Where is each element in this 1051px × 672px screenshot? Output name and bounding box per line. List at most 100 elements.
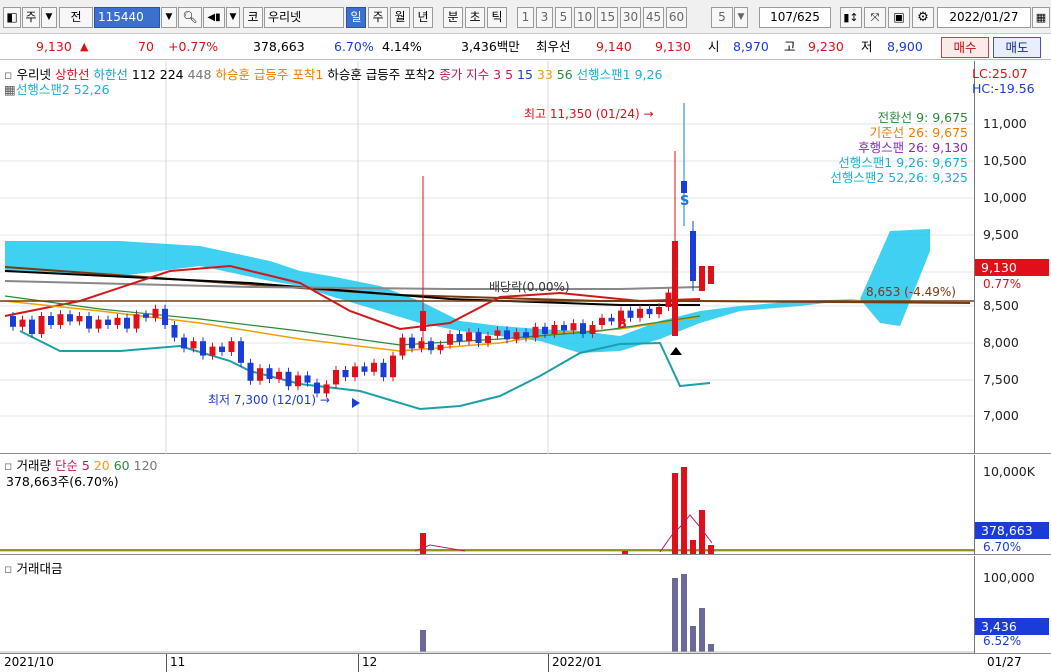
period-tick[interactable]: 틱 bbox=[487, 7, 507, 28]
price-change: 70 bbox=[138, 39, 154, 54]
price-chart-panel[interactable]: ▫ 우리넷 상한선 하한선 112 224 448 하승훈 급등주 포착1 하승… bbox=[0, 61, 1051, 454]
up-triangle-icon: ▲ bbox=[80, 40, 89, 53]
candle-body bbox=[247, 362, 254, 381]
candle-body bbox=[656, 307, 662, 315]
price-legend-item: 5 bbox=[505, 67, 517, 82]
period-year[interactable]: 년 bbox=[413, 7, 433, 28]
candle-body bbox=[608, 317, 615, 322]
candle-body bbox=[181, 337, 187, 349]
price-legend-item: 선행스팬1 9,26 bbox=[576, 67, 663, 82]
interval-10[interactable]: 10 bbox=[574, 7, 595, 28]
period-week[interactable]: 주 bbox=[368, 7, 388, 28]
candle-body bbox=[513, 332, 520, 340]
volume-panel[interactable]: ▫ 거래량 단순 5 20 60 120 378,663주(6.70%) 10,… bbox=[0, 455, 1051, 555]
stock-code-input[interactable]: 115440 bbox=[94, 7, 160, 28]
quote-info-row: 9,130 ▲ 70 +0.77% 378,663 6.70% 4.14% 3,… bbox=[0, 35, 1051, 60]
interval-45[interactable]: 45 bbox=[643, 7, 664, 28]
stock-name-field[interactable]: 우리넷 bbox=[264, 7, 344, 28]
date-axis: 2021/10 11 12 2022/01 01/27 bbox=[0, 654, 1051, 672]
grid-icon: ▦ bbox=[4, 82, 16, 97]
candle-body bbox=[475, 332, 482, 343]
ichimoku-line: 선행스팬1 9,26: 9,675 bbox=[838, 155, 968, 170]
prev-stock-icon[interactable]: ▼ bbox=[226, 7, 240, 28]
date-input[interactable]: 2022/01/27 bbox=[937, 7, 1031, 28]
interval-custom-input[interactable]: 5 bbox=[711, 7, 733, 28]
volume-bar bbox=[622, 551, 628, 554]
ichimoku-line: 선행스팬2 52,26: 9,325 bbox=[830, 170, 968, 185]
volume-bar bbox=[708, 545, 714, 554]
interval-dropdown-icon[interactable]: ▼ bbox=[734, 7, 748, 28]
amount-bar bbox=[690, 626, 696, 652]
candle-body bbox=[361, 366, 368, 372]
interval-5[interactable]: 5 bbox=[555, 7, 572, 28]
candle-body bbox=[285, 371, 292, 387]
toolbar: ◧ 주 ▼ 전 115440 ▼ 🔍︎ ◀▮ ▼ 코 우리넷 일 주 월 년 분… bbox=[0, 0, 1051, 34]
price-legend: ▫ 우리넷 상한선 하한선 112 224 448 하승훈 급등주 포착1 하승… bbox=[4, 67, 662, 82]
legend-box-icon: ▫ bbox=[4, 458, 17, 473]
candle-body bbox=[699, 266, 705, 291]
axis-divider bbox=[974, 556, 975, 654]
chevron-down-icon[interactable]: ▼ bbox=[41, 7, 57, 28]
candle-body bbox=[409, 337, 415, 349]
sell-signal: S bbox=[680, 194, 690, 209]
period-minute[interactable]: 분 bbox=[443, 7, 463, 28]
buy-arrow-icon bbox=[670, 347, 682, 355]
gear-icon[interactable]: ⚙ bbox=[912, 7, 934, 28]
candle-body bbox=[390, 355, 396, 378]
buy-button[interactable]: 매수 bbox=[941, 37, 989, 58]
save-icon[interactable]: ▣ bbox=[888, 7, 910, 28]
open-label: 시 bbox=[708, 39, 720, 54]
date-divider bbox=[548, 654, 549, 672]
search-icon[interactable]: 🔍︎ bbox=[178, 7, 202, 28]
calendar-icon[interactable]: ▦ bbox=[1032, 7, 1050, 28]
candle-body bbox=[371, 362, 377, 372]
volume-bar bbox=[420, 533, 426, 554]
legend-senkou2: ▦선행스팬2 52,26 bbox=[4, 82, 110, 97]
interval-1[interactable]: 1 bbox=[517, 7, 534, 28]
sell-button[interactable]: 매도 bbox=[993, 37, 1041, 58]
amount-current-pct: 6.52% bbox=[983, 634, 1022, 648]
candle-body bbox=[627, 310, 634, 318]
price-tick-label: 8,500 bbox=[983, 298, 1019, 313]
candle-body bbox=[428, 341, 434, 351]
candle-body bbox=[228, 341, 235, 352]
candle-body bbox=[420, 311, 426, 331]
volume-legend-item: 20 bbox=[93, 458, 114, 473]
data-count[interactable]: 107/625 bbox=[759, 7, 831, 28]
volume-chart-svg bbox=[0, 467, 974, 554]
low-arrow-icon bbox=[352, 398, 360, 408]
candle-body bbox=[29, 319, 35, 334]
ichimoku-line: 후행스팬 26: 9,130 bbox=[858, 140, 968, 155]
lc-label: LC:25.07 bbox=[972, 66, 1028, 81]
period-month[interactable]: 월 bbox=[390, 7, 410, 28]
period-second[interactable]: 초 bbox=[465, 7, 485, 28]
interval-3[interactable]: 3 bbox=[536, 7, 553, 28]
amount-legend: ▫ 거래대금 bbox=[4, 561, 63, 576]
candle-body bbox=[86, 316, 92, 329]
interval-60[interactable]: 60 bbox=[666, 7, 687, 28]
volume-legend-item: 단순 5 bbox=[54, 458, 94, 473]
high-annotation: 최고 11,350 (01/24) → bbox=[524, 107, 654, 121]
interval-30[interactable]: 30 bbox=[620, 7, 641, 28]
period-day[interactable]: 일 bbox=[346, 7, 366, 28]
crosshair-icon[interactable]: ⤧ bbox=[864, 7, 886, 28]
market-scope-select[interactable]: 전 bbox=[59, 7, 93, 28]
current-price-tag: 9,130 bbox=[975, 259, 1049, 276]
code-dropdown-icon[interactable]: ▼ bbox=[161, 7, 177, 28]
volume-sub: 378,663주(6.70%) bbox=[6, 474, 119, 489]
interval-15[interactable]: 15 bbox=[597, 7, 618, 28]
candle-body bbox=[171, 325, 178, 338]
volume-legend-item: 60 bbox=[113, 458, 134, 473]
price-legend-item: 224 bbox=[159, 67, 188, 82]
stock-type-select[interactable]: 주 bbox=[22, 7, 40, 28]
candle-body bbox=[152, 308, 159, 318]
date-divider bbox=[166, 654, 167, 672]
chart-type-icon[interactable]: ◧ bbox=[3, 7, 21, 28]
trade-amount-panel[interactable]: ▫ 거래대금 100,000 3,436 6.52% bbox=[0, 556, 1051, 654]
volume-icon[interactable]: ◀▮ bbox=[203, 7, 225, 28]
price-legend-item: 하승훈 급등주 포착1 bbox=[215, 67, 328, 82]
low-label: 저 bbox=[861, 39, 873, 54]
compare-icon[interactable]: ▮↕ bbox=[840, 7, 862, 28]
candle-body bbox=[67, 314, 73, 322]
candle-body bbox=[561, 325, 567, 331]
